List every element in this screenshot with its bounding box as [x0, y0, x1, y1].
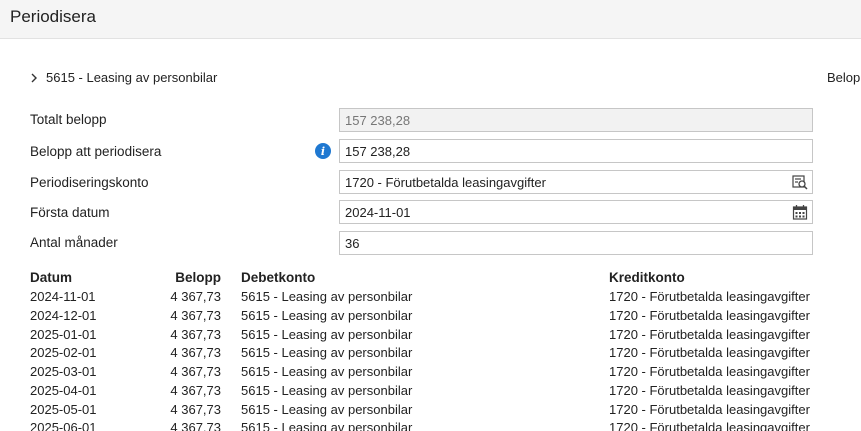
table-row: 2025-04-01 4 367,73 5615 - Leasing av pe… — [0, 383, 861, 402]
row-kredit: 1720 - Förutbetalda leasingavgifter — [609, 289, 810, 304]
table-row: 2025-02-01 4 367,73 5615 - Leasing av pe… — [0, 345, 861, 364]
row-date: 2024-11-01 — [30, 289, 96, 304]
row-date: 2025-05-01 — [30, 402, 97, 417]
row-amount: 4 367,73 — [170, 345, 221, 360]
first-date-input[interactable]: 2024-11-01 — [339, 200, 813, 224]
months-input[interactable]: 36 — [339, 231, 813, 255]
row-amount: 4 367,73 — [170, 383, 221, 398]
row-amount: 4 367,73 — [170, 402, 221, 417]
title-bar: Periodisera — [0, 0, 861, 39]
col-header-date: Datum — [30, 270, 73, 285]
account-value: 1720 - Förutbetalda leasingavgifter — [345, 174, 546, 190]
row-debet: 5615 - Leasing av personbilar — [241, 345, 413, 360]
row-date: 2025-02-01 — [30, 345, 97, 360]
row-date: 2025-03-01 — [30, 364, 97, 379]
first-date-label: Första datum — [30, 205, 110, 220]
row-amount: 4 367,73 — [170, 289, 221, 304]
row-debet: 5615 - Leasing av personbilar — [241, 383, 413, 398]
column-label-belopp: Belop — [827, 70, 861, 85]
col-header-debet: Debetkonto — [241, 270, 316, 285]
section-toggle[interactable]: 5615 - Leasing av personbilar — [29, 70, 217, 85]
section-label[interactable]: 5615 - Leasing av personbilar — [46, 70, 217, 85]
row-amount: 4 367,73 — [170, 420, 221, 431]
amount-label: Belopp att periodisera — [30, 144, 162, 159]
row-debet: 5615 - Leasing av personbilar — [241, 327, 413, 342]
search-list-icon[interactable] — [791, 173, 809, 191]
table-row: 2024-11-01 4 367,73 5615 - Leasing av pe… — [0, 289, 861, 308]
row-debet: 5615 - Leasing av personbilar — [241, 402, 413, 417]
col-header-kredit: Kreditkonto — [609, 270, 685, 285]
row-kredit: 1720 - Förutbetalda leasingavgifter — [609, 364, 810, 379]
row-debet: 5615 - Leasing av personbilar — [241, 420, 413, 431]
total-amount-value: 157 238,28 — [345, 112, 411, 128]
row-amount: 4 367,73 — [170, 364, 221, 379]
row-kredit: 1720 - Förutbetalda leasingavgifter — [609, 345, 810, 360]
table-row: 2025-06-01 4 367,73 5615 - Leasing av pe… — [0, 420, 861, 431]
table-row: 2025-05-01 4 367,73 5615 - Leasing av pe… — [0, 402, 861, 421]
table-row: 2025-01-01 4 367,73 5615 - Leasing av pe… — [0, 327, 861, 346]
row-date: 2025-01-01 — [30, 327, 97, 342]
row-date: 2025-04-01 — [30, 383, 97, 398]
total-amount-field: 157 238,28 — [339, 108, 813, 132]
first-date-value: 2024-11-01 — [345, 204, 411, 220]
row-kredit: 1720 - Förutbetalda leasingavgifter — [609, 327, 810, 342]
chevron-right-icon[interactable] — [29, 71, 39, 85]
row-kredit: 1720 - Förutbetalda leasingavgifter — [609, 308, 810, 323]
total-amount-label: Totalt belopp — [30, 112, 107, 127]
amount-value: 157 238,28 — [345, 143, 411, 159]
row-amount: 4 367,73 — [170, 327, 221, 342]
account-select[interactable]: 1720 - Förutbetalda leasingavgifter — [339, 170, 813, 194]
page-title: Periodisera — [10, 7, 96, 26]
row-kredit: 1720 - Förutbetalda leasingavgifter — [609, 402, 810, 417]
table-row: 2025-03-01 4 367,73 5615 - Leasing av pe… — [0, 364, 861, 383]
row-kredit: 1720 - Förutbetalda leasingavgifter — [609, 420, 810, 431]
row-date: 2025-06-01 — [30, 420, 97, 431]
row-kredit: 1720 - Förutbetalda leasingavgifter — [609, 383, 810, 398]
row-date: 2024-12-01 — [30, 308, 97, 323]
amount-input[interactable]: 157 238,28 — [339, 139, 813, 163]
row-debet: 5615 - Leasing av personbilar — [241, 364, 413, 379]
months-value: 36 — [345, 235, 360, 251]
months-label: Antal månader — [30, 235, 118, 250]
col-header-amount: Belopp — [175, 270, 221, 285]
calendar-icon[interactable] — [791, 203, 809, 221]
info-icon[interactable]: i — [315, 143, 331, 159]
table-row: 2024-12-01 4 367,73 5615 - Leasing av pe… — [0, 308, 861, 327]
row-debet: 5615 - Leasing av personbilar — [241, 289, 413, 304]
row-amount: 4 367,73 — [170, 308, 221, 323]
account-label: Periodiseringskonto — [30, 175, 149, 190]
row-debet: 5615 - Leasing av personbilar — [241, 308, 413, 323]
